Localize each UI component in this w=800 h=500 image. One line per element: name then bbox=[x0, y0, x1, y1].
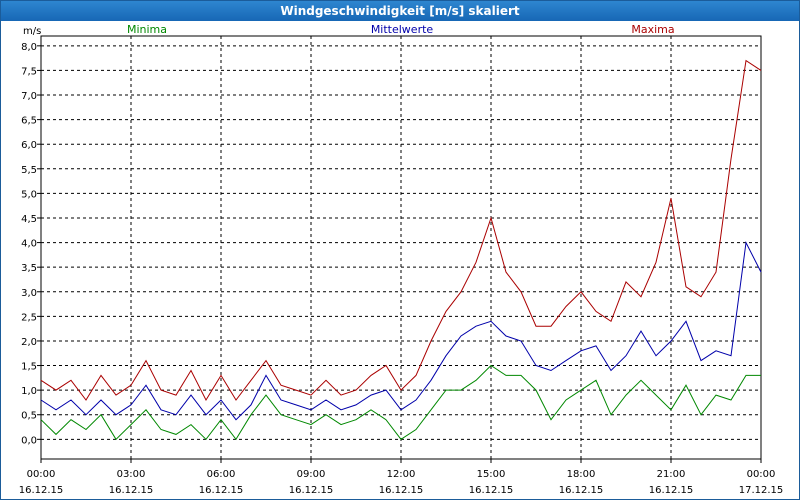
x-tick-date: 16.12.15 bbox=[649, 485, 694, 496]
x-tick-date: 16.12.15 bbox=[469, 485, 514, 496]
window-title: Windgeschwindigkeit [m/s] skaliert bbox=[1, 1, 799, 21]
y-tick-label: 2,0 bbox=[21, 337, 37, 348]
y-tick-label: 0,0 bbox=[21, 435, 37, 446]
x-tick-time: 09:00 bbox=[297, 469, 326, 480]
x-tick-date: 16.12.15 bbox=[379, 485, 424, 496]
x-tick-date: 16.12.15 bbox=[559, 485, 604, 496]
y-tick-label: 4,0 bbox=[21, 239, 37, 250]
y-tick-label: 5,0 bbox=[21, 189, 37, 200]
x-tick-time: 21:00 bbox=[657, 469, 686, 480]
chart-grid bbox=[41, 36, 761, 459]
x-tick-time: 18:00 bbox=[567, 469, 596, 480]
x-tick-date: 17.12.15 bbox=[739, 485, 784, 496]
y-tick-label: 6,5 bbox=[21, 116, 37, 127]
y-tick-label: 3,0 bbox=[21, 288, 37, 299]
y-tick-label: 1,5 bbox=[21, 362, 37, 373]
y-tick-label: 1,0 bbox=[21, 386, 37, 397]
legend-mittelwerte: Mittelwerte bbox=[371, 23, 434, 36]
legend-minima: Minima bbox=[127, 23, 167, 36]
series-lines bbox=[40, 59, 762, 441]
y-tick-label: 7,5 bbox=[21, 66, 37, 77]
chart-window: Windgeschwindigkeit [m/s] skaliert 0,0 0,… bbox=[0, 0, 800, 500]
x-axis-ticks: 00:00 16.12.15 03:00 16.12.15 06:00 16.12.15 0… bbox=[19, 459, 784, 496]
y-tick-label: 7,0 bbox=[21, 91, 37, 102]
x-tick-date: 16.12.15 bbox=[19, 485, 64, 496]
legend-maxima: Maxima bbox=[631, 23, 674, 36]
wind-chart: 0,0 0,5 1,0 1,5 2,0 2,5 3,0 3,5 4,0 4,5 5,0 5,5 6,0 6… bbox=[19, 23, 784, 496]
y-tick-label: 3,5 bbox=[21, 263, 37, 274]
x-tick-time: 12:00 bbox=[387, 469, 416, 480]
x-tick-time: 03:00 bbox=[117, 469, 146, 480]
y-axis-unit: m/s bbox=[23, 26, 41, 37]
y-tick-label: 6,0 bbox=[21, 140, 37, 151]
x-tick-time: 00:00 bbox=[747, 469, 776, 480]
y-tick-label: 2,5 bbox=[21, 312, 37, 323]
x-tick-time: 00:00 bbox=[27, 469, 56, 480]
y-tick-label: 5,5 bbox=[21, 165, 37, 176]
x-tick-time: 15:00 bbox=[477, 469, 506, 480]
y-tick-label: 0,5 bbox=[21, 411, 37, 422]
y-tick-label: 8,0 bbox=[21, 42, 37, 53]
y-axis-ticks: 0,0 0,5 1,0 1,5 2,0 2,5 3,0 3,5 4,0 4,5 5,0 5,5 6,0 6… bbox=[21, 42, 41, 446]
x-tick-date: 16.12.15 bbox=[109, 485, 154, 496]
y-tick-label: 4,5 bbox=[21, 214, 37, 225]
x-tick-date: 16.12.15 bbox=[289, 485, 334, 496]
x-tick-date: 16.12.15 bbox=[199, 485, 244, 496]
x-tick-time: 06:00 bbox=[207, 469, 236, 480]
